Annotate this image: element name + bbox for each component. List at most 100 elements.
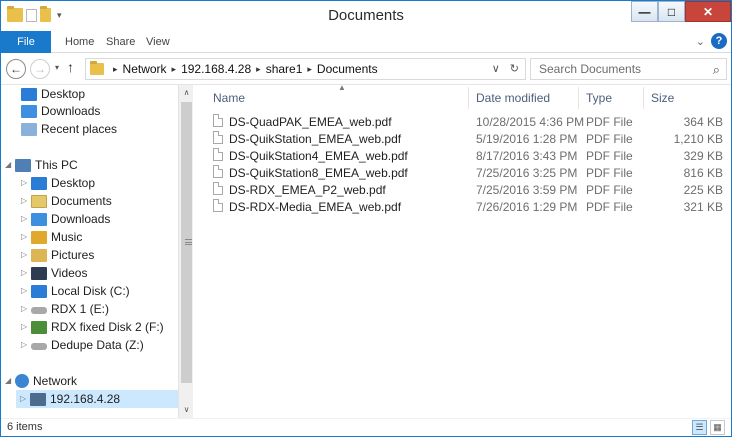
nav-item-label: RDX 1 (E:) xyxy=(51,302,110,316)
scroll-down-icon[interactable]: ∨ xyxy=(179,402,194,418)
breadcrumb-host[interactable]: 192.168.4.28 xyxy=(181,62,251,76)
maximize-button[interactable]: □ xyxy=(658,1,685,22)
column-divider[interactable] xyxy=(468,87,469,109)
videos-icon xyxy=(31,266,47,280)
expand-icon[interactable]: ▷ xyxy=(21,336,31,354)
file-date-modified: 8/17/2016 3:43 PM xyxy=(476,149,578,163)
address-bar[interactable]: ▸ Network ▸ 192.168.4.28 ▸ share1 ▸ Docu… xyxy=(85,58,526,80)
breadcrumb-network[interactable]: Network xyxy=(123,62,167,76)
forward-button[interactable]: → xyxy=(30,59,50,79)
recent-locations-icon[interactable]: ▾ xyxy=(55,63,59,72)
nav-item-desktop[interactable]: ▷ Desktop xyxy=(21,174,95,192)
nav-item-downloads-fav[interactable]: Downloads xyxy=(21,102,100,120)
search-icon[interactable]: ⌕ xyxy=(713,60,720,80)
breadcrumb-share[interactable]: share1 xyxy=(266,62,303,76)
folder-icon xyxy=(90,61,104,75)
nav-item-recent-places[interactable]: Recent places xyxy=(21,120,117,138)
nav-item-rdx-1[interactable]: ▷ RDX 1 (E:) xyxy=(21,300,109,318)
nav-item-documents[interactable]: ▷ Documents xyxy=(21,192,112,210)
column-header-type[interactable]: Type xyxy=(586,89,612,107)
minimize-icon: — xyxy=(638,4,651,19)
tab-view[interactable]: View xyxy=(146,31,170,53)
back-button[interactable]: ← xyxy=(6,59,26,79)
nav-item-downloads[interactable]: ▷ Downloads xyxy=(21,210,110,228)
expand-icon[interactable]: ▷ xyxy=(21,300,31,318)
navigation-bar: ← → ▾ ↑ ▸ Network ▸ 192.168.4.28 ▸ share… xyxy=(1,53,731,85)
nav-item-rdx-fixed-disk-2[interactable]: ▷ RDX fixed Disk 2 (F:) xyxy=(21,318,164,336)
expand-ribbon-icon[interactable]: ⌄ xyxy=(696,35,705,48)
column-divider[interactable] xyxy=(643,87,644,109)
column-header-size[interactable]: Size xyxy=(651,89,674,107)
file-row[interactable]: DS-RDX-Media_EMEA_web.pdf 7/26/2016 1:29… xyxy=(213,199,731,216)
expand-icon[interactable]: ▷ xyxy=(21,192,31,210)
network-icon xyxy=(15,374,29,388)
pdf-file-icon xyxy=(213,199,223,212)
nav-item-videos[interactable]: ▷ Videos xyxy=(21,264,87,282)
expand-icon[interactable]: ▷ xyxy=(21,318,31,336)
expand-icon[interactable]: ▷ xyxy=(21,228,31,246)
scrollbar-thumb[interactable] xyxy=(181,102,192,383)
expand-icon[interactable]: ▷ xyxy=(21,282,31,300)
nav-item-this-pc[interactable]: ◢ This PC xyxy=(5,156,78,174)
collapse-icon[interactable]: ◢ xyxy=(5,372,15,390)
documents-icon xyxy=(31,194,47,208)
nav-item-label: Music xyxy=(51,230,83,244)
breadcrumb-separator-icon[interactable]: ▸ xyxy=(172,64,177,75)
network-computer-icon xyxy=(30,392,46,406)
nav-item-label: Videos xyxy=(51,266,88,280)
nav-item-local-disk[interactable]: ▷ Local Disk (C:) xyxy=(21,282,130,300)
expand-icon[interactable]: ▷ xyxy=(20,390,30,408)
file-size: 321 KB xyxy=(683,200,723,214)
tab-share[interactable]: Share xyxy=(106,31,135,53)
nav-item-label: 192.168.4.28 xyxy=(50,392,121,406)
file-name: DS-QuikStation4_EMEA_web.pdf xyxy=(229,149,408,163)
breadcrumb-separator-icon[interactable]: ▸ xyxy=(307,64,312,75)
nav-item-label: Recent places xyxy=(41,122,118,136)
file-row[interactable]: DS-QuikStation8_EMEA_web.pdf 7/25/2016 3… xyxy=(213,165,731,182)
up-button[interactable]: ↑ xyxy=(67,59,74,75)
expand-icon[interactable]: ▷ xyxy=(21,174,31,192)
expand-icon[interactable]: ▷ xyxy=(21,264,31,282)
nav-item-host-selected[interactable]: ▷ 192.168.4.28 xyxy=(16,390,178,408)
breadcrumb-documents[interactable]: Documents xyxy=(317,62,378,76)
file-row[interactable]: DS-QuikStation4_EMEA_web.pdf 8/17/2016 3… xyxy=(213,148,731,165)
navigation-pane: Desktop Downloads Recent places ◢ This P… xyxy=(1,85,193,418)
file-row[interactable]: DS-QuikStation_EMEA_web.pdf 5/19/2016 1:… xyxy=(213,131,731,148)
address-dropdown-icon[interactable]: ∨ xyxy=(492,62,500,75)
expand-icon[interactable]: ▷ xyxy=(21,210,31,228)
nav-item-label: This PC xyxy=(35,158,78,172)
details-view-button[interactable]: ☰ xyxy=(692,420,707,435)
file-row[interactable]: DS-RDX_EMEA_P2_web.pdf 7/25/2016 3:59 PM… xyxy=(213,182,731,199)
column-divider[interactable] xyxy=(578,87,579,109)
minimize-button[interactable]: — xyxy=(631,1,658,22)
breadcrumb-separator-icon[interactable]: ▸ xyxy=(113,64,118,75)
large-icons-view-button[interactable]: ▦ xyxy=(710,420,725,435)
nav-item-music[interactable]: ▷ Music xyxy=(21,228,82,246)
file-row[interactable]: DS-QuadPAK_EMEA_web.pdf 10/28/2015 4:36 … xyxy=(213,114,731,131)
nav-item-label: Desktop xyxy=(51,176,96,190)
expand-icon[interactable]: ▷ xyxy=(21,246,31,264)
scroll-up-icon[interactable]: ∧ xyxy=(179,85,194,101)
column-header-name[interactable]: Name xyxy=(213,89,245,107)
collapse-icon[interactable]: ◢ xyxy=(5,156,15,174)
file-type: PDF File xyxy=(586,166,633,180)
nav-item-label: RDX fixed Disk 2 (F:) xyxy=(51,320,164,334)
search-input[interactable]: Search Documents ⌕ xyxy=(530,58,727,80)
help-icon[interactable]: ? xyxy=(711,33,727,49)
nav-item-label: Downloads xyxy=(41,104,101,118)
tab-file[interactable]: File xyxy=(1,31,51,53)
nav-item-network[interactable]: ◢ Network xyxy=(5,372,77,390)
nav-item-desktop-fav[interactable]: Desktop xyxy=(21,85,85,103)
nav-pane-scrollbar[interactable]: ∧ ∨ xyxy=(178,85,193,418)
downloads-icon xyxy=(31,212,47,226)
nav-item-dedupe-data[interactable]: ▷ Dedupe Data (Z:) xyxy=(21,336,144,354)
breadcrumb-separator-icon[interactable]: ▸ xyxy=(256,64,261,75)
tab-home[interactable]: Home xyxy=(65,31,94,53)
nav-item-pictures[interactable]: ▷ Pictures xyxy=(21,246,94,264)
item-count: 6 items xyxy=(7,421,43,433)
close-button[interactable]: ✕ xyxy=(685,1,731,22)
column-header-date-modified[interactable]: Date modified xyxy=(476,89,550,107)
refresh-icon[interactable]: ↻ xyxy=(510,62,519,75)
address-actions: ∨ ↻ xyxy=(492,62,519,75)
file-date-modified: 7/25/2016 3:25 PM xyxy=(476,166,578,180)
